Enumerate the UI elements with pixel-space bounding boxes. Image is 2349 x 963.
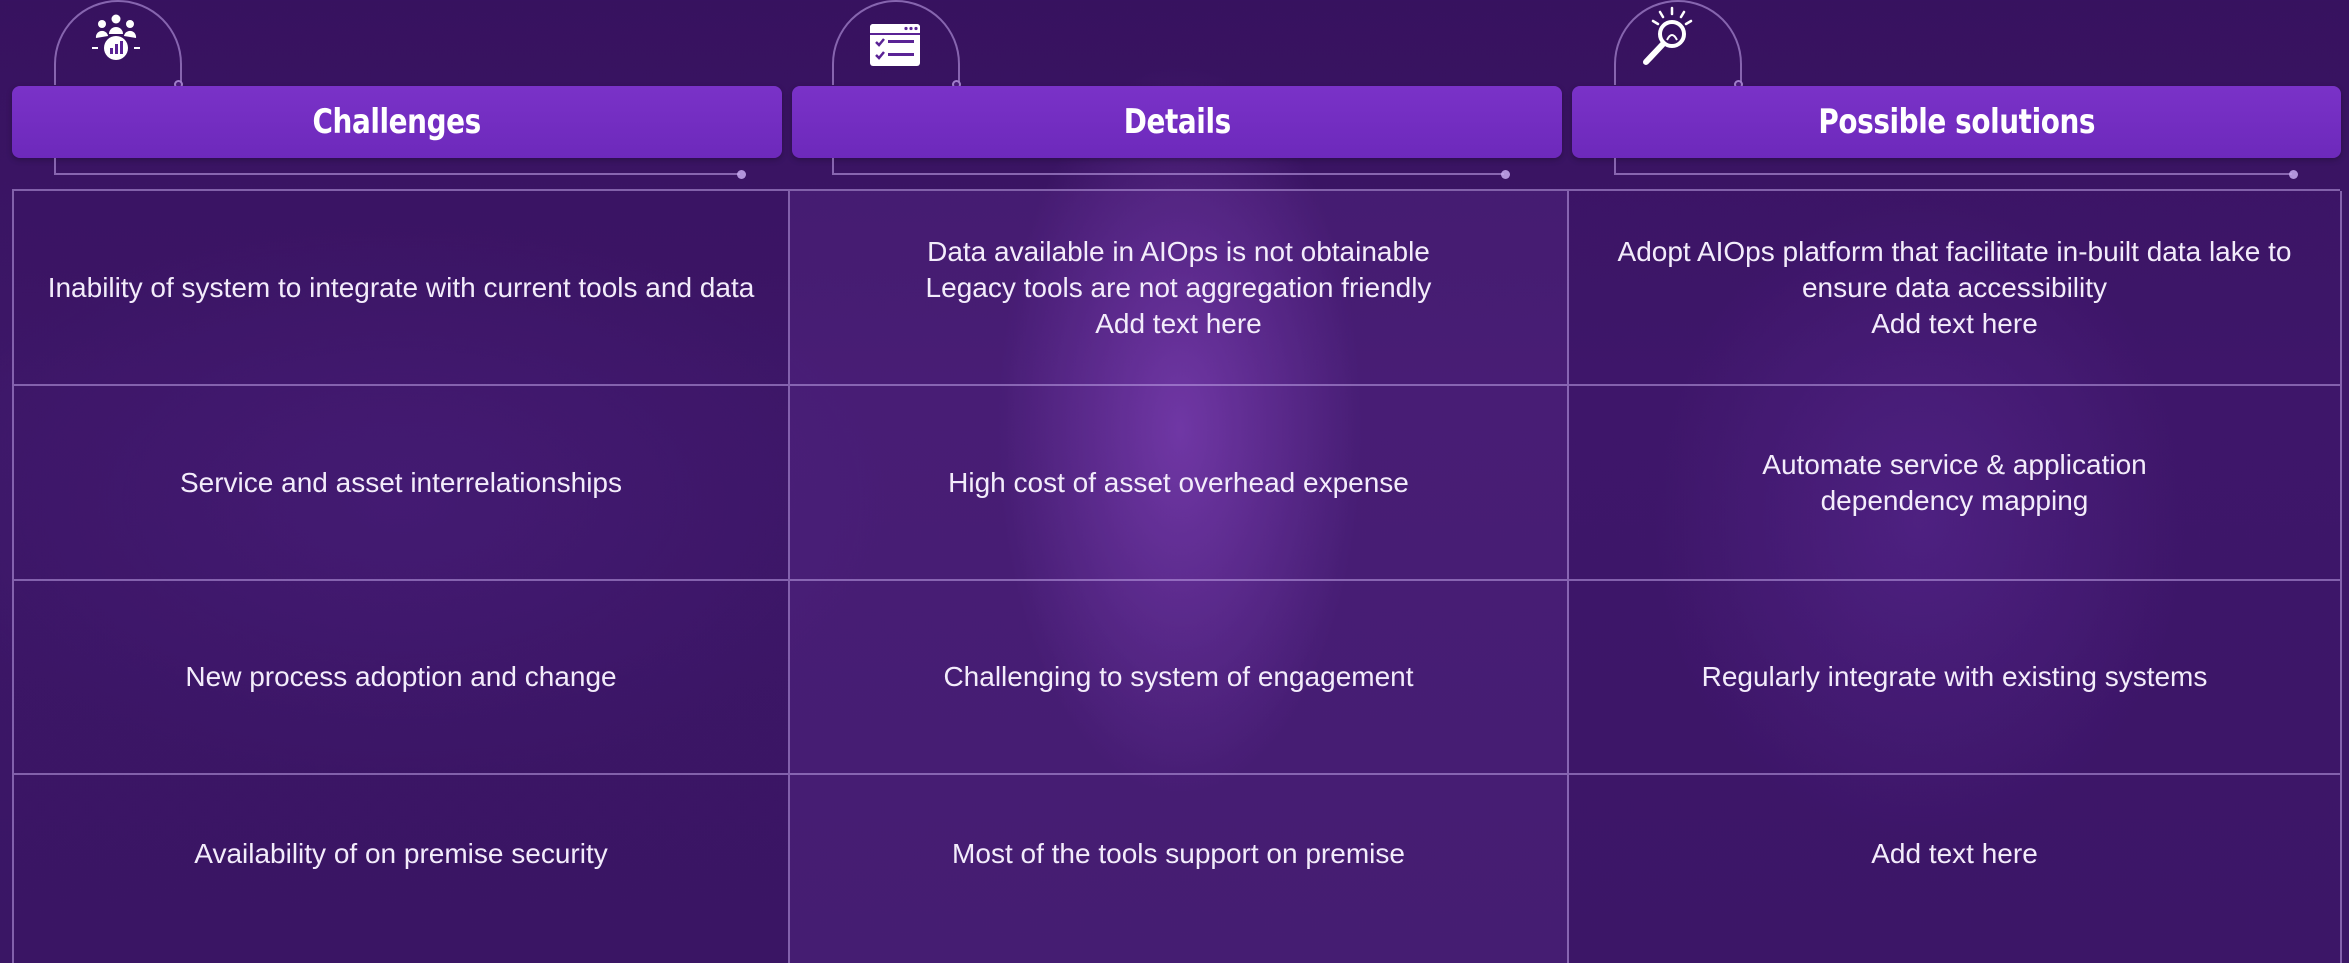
comparison-table: Inability of system to integrate with cu… bbox=[12, 189, 2342, 963]
cell-challenge: Inability of system to integrate with cu… bbox=[14, 191, 790, 386]
cell-detail: High cost of asset overhead expense bbox=[790, 386, 1569, 581]
column-header-possible-solutions: Possible solutions bbox=[1572, 0, 2341, 190]
header-connector bbox=[54, 158, 746, 179]
header-bar-challenges: Challenges bbox=[12, 86, 782, 158]
cell-solution: Add text here bbox=[1569, 775, 2342, 963]
checklist-window-icon bbox=[868, 22, 920, 70]
column-title: Possible solutions bbox=[1818, 102, 2095, 142]
cell-detail: Challenging to system of engagement bbox=[790, 581, 1569, 775]
cell-solution: Regularly integrate with existing system… bbox=[1569, 581, 2342, 775]
cell-detail: Most of the tools support on premise bbox=[790, 775, 1569, 963]
column-header-details: Details bbox=[792, 0, 1562, 190]
column-title: Challenges bbox=[312, 102, 482, 142]
connector-dot bbox=[737, 170, 746, 179]
cell-solution: Automate service & application dependenc… bbox=[1569, 386, 2342, 581]
header-connector bbox=[1614, 158, 2298, 179]
cell-detail: Data available in AIOps is not obtainabl… bbox=[790, 191, 1569, 386]
header-connector bbox=[832, 158, 1510, 179]
column-title: Details bbox=[1123, 102, 1231, 142]
cell-challenge: Service and asset interrelationships bbox=[14, 386, 790, 581]
column-header-challenges: Challenges bbox=[12, 0, 782, 190]
header-bar-details: Details bbox=[792, 86, 1562, 158]
connector-dot bbox=[1501, 170, 1510, 179]
cell-challenge: Availability of on premise security bbox=[14, 775, 790, 963]
cell-solution: Adopt AIOps platform that facilitate in-… bbox=[1569, 191, 2342, 386]
header-bar-possible-solutions: Possible solutions bbox=[1572, 86, 2341, 158]
cell-challenge: New process adoption and change bbox=[14, 581, 790, 775]
lightbulb-search-icon bbox=[1636, 6, 1693, 65]
team-analytics-icon bbox=[90, 12, 140, 60]
connector-dot bbox=[2289, 170, 2298, 179]
